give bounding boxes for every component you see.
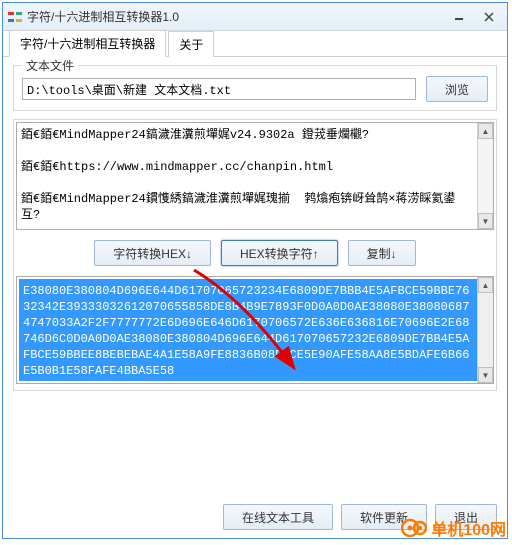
watermark-logo-icon xyxy=(401,515,427,541)
scroll-up-icon[interactable]: ▲ xyxy=(478,277,493,293)
close-button[interactable] xyxy=(475,8,503,26)
char-textarea-content: 銆€銆€MindMapper24鎬濊淮瀵煎墠娓v24.9302a 鐙茙垂爛欟? … xyxy=(17,123,493,227)
scroll-up-icon[interactable]: ▲ xyxy=(478,123,493,139)
file-legend: 文本文件 xyxy=(22,57,78,74)
window-title: 字符/十六进制相互转换器1.0 xyxy=(27,8,443,25)
char-scrollbar[interactable]: ▲ ▼ xyxy=(477,123,493,229)
tab-about[interactable]: 关于 xyxy=(168,31,214,57)
panels-groupbox: 銆€銆€MindMapper24鎬濊淮瀵煎墠娓v24.9302a 鐙茙垂爛欟? … xyxy=(13,119,497,391)
hex-scrollbar[interactable]: ▲ ▼ xyxy=(477,277,493,383)
watermark-text: 单机100网 xyxy=(431,516,506,540)
tab-bar: 字符/十六进制相互转换器 关于 xyxy=(3,31,507,57)
online-tools-button[interactable]: 在线文本工具 xyxy=(223,504,333,530)
file-groupbox: 文本文件 浏览 xyxy=(13,65,497,111)
hex-to-char-button[interactable]: HEX转换字符↑ xyxy=(221,240,338,266)
copy-button[interactable]: 复制↓ xyxy=(348,240,416,266)
app-window: 字符/十六进制相互转换器1.0 字符/十六进制相互转换器 关于 文本文件 浏览 … xyxy=(2,2,508,539)
hex-textarea-content: E38080E380804D696E644D61707065723234E680… xyxy=(19,279,491,381)
browse-button[interactable]: 浏览 xyxy=(426,76,488,102)
app-icon xyxy=(7,9,23,25)
convert-button-row: 字符转换HEX↓ HEX转换字符↑ 复制↓ xyxy=(16,240,494,266)
char-textarea[interactable]: 銆€銆€MindMapper24鎬濊淮瀵煎墠娓v24.9302a 鐙茙垂爛欟? … xyxy=(16,122,494,230)
minimize-button[interactable] xyxy=(445,8,473,26)
watermark: 单机100网 xyxy=(401,515,506,541)
content-area: 文本文件 浏览 銆€銆€MindMapper24鎬濊淮瀵煎墠娓v24.9302a… xyxy=(3,57,507,407)
tab-converter[interactable]: 字符/十六进制相互转换器 xyxy=(9,30,166,57)
file-path-input[interactable] xyxy=(22,78,416,100)
char-to-hex-button[interactable]: 字符转换HEX↓ xyxy=(94,240,211,266)
scroll-track[interactable] xyxy=(478,139,493,213)
scroll-down-icon[interactable]: ▼ xyxy=(478,213,493,229)
titlebar: 字符/十六进制相互转换器1.0 xyxy=(3,3,507,31)
scroll-down-icon[interactable]: ▼ xyxy=(478,367,493,383)
hex-textarea[interactable]: E38080E380804D696E644D61707065723234E680… xyxy=(16,276,494,384)
